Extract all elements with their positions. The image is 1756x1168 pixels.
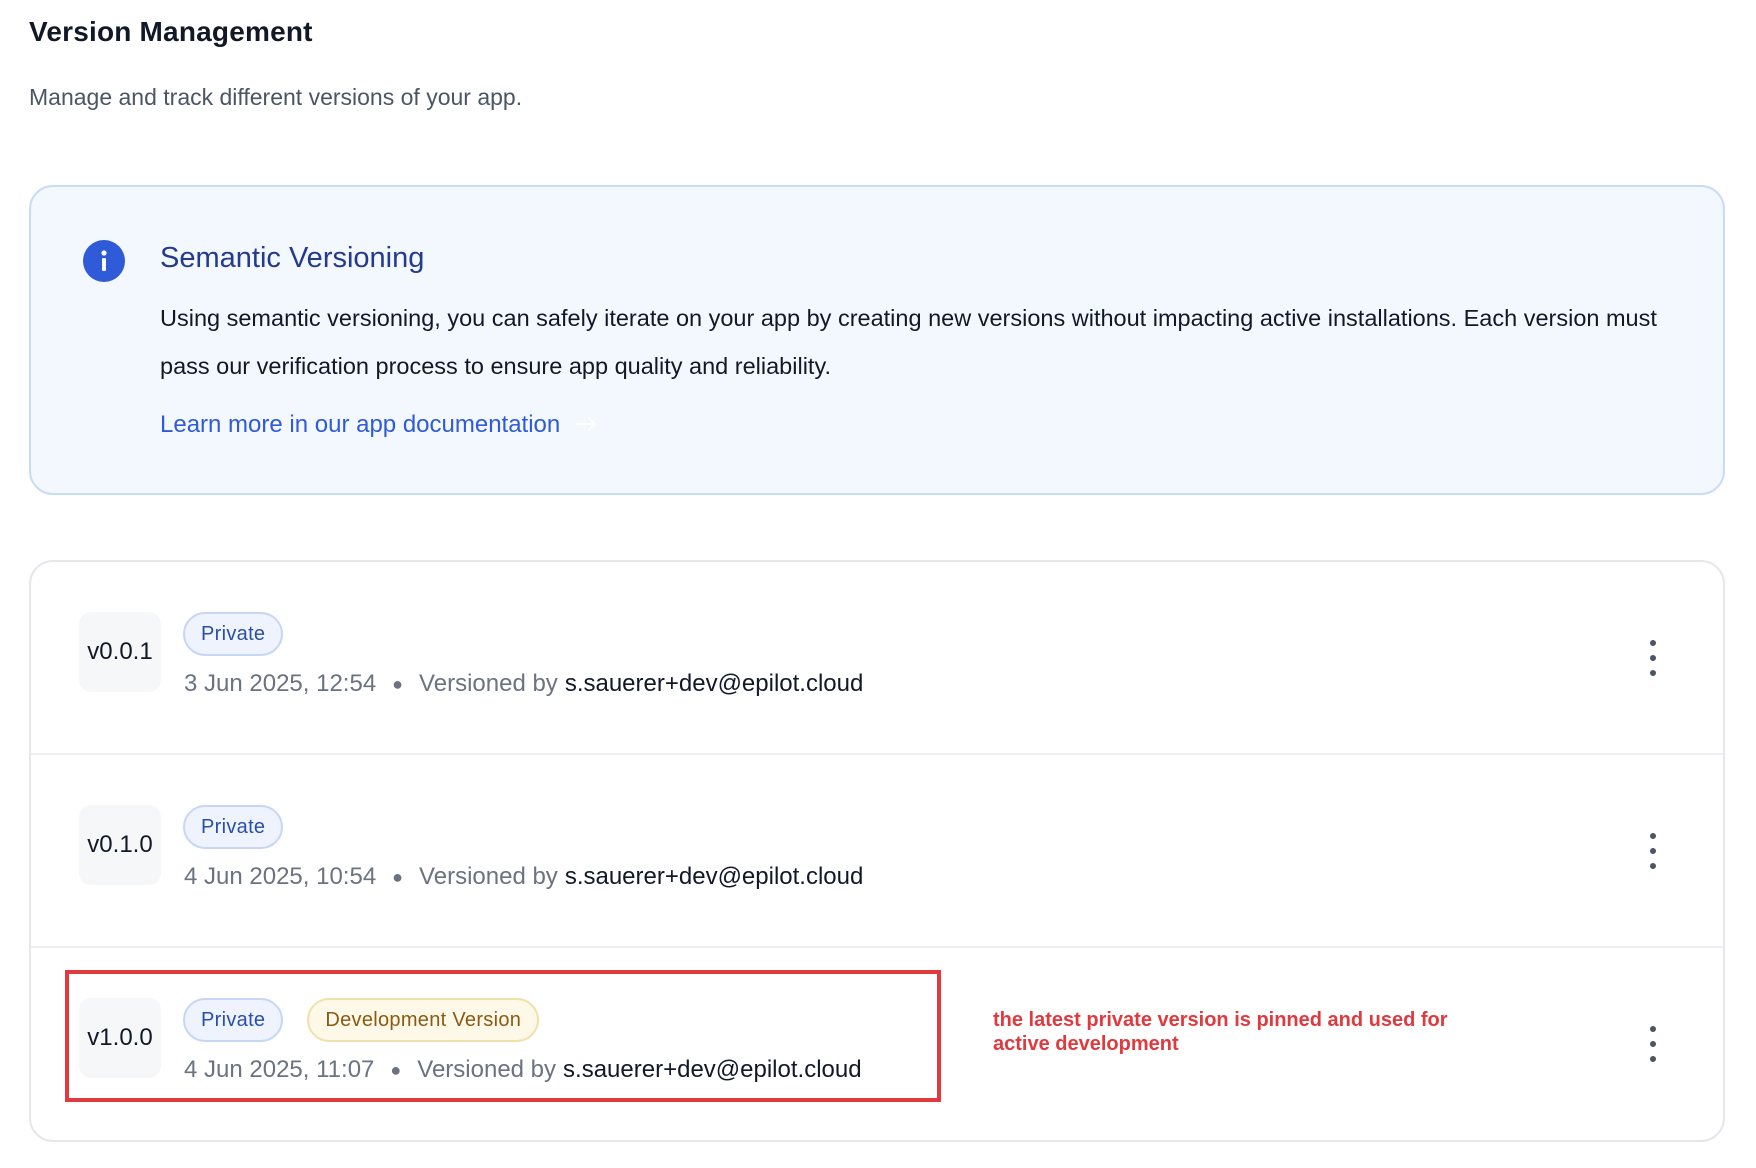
semantic-versioning-callout: Semantic Versioning Using semantic versi… — [29, 185, 1725, 495]
version-meta: 3 Jun 2025, 12:54 ● Versioned by s.sauer… — [184, 670, 863, 698]
version-meta: 4 Jun 2025, 10:54 ● Versioned by s.sauer… — [184, 863, 863, 891]
development-version-badge: Development Version — [307, 998, 540, 1042]
documentation-link[interactable]: Learn more in our app documentation — [160, 411, 598, 439]
version-meta: 4 Jun 2025, 11:07 ● Versioned by s.sauer… — [184, 1056, 862, 1084]
private-badge: Private — [183, 998, 284, 1042]
private-badge: Private — [183, 612, 284, 656]
more-actions-icon[interactable] — [1643, 640, 1663, 676]
version-badges: Private — [183, 612, 284, 656]
separator-dot: ● — [392, 866, 404, 887]
page-title: Version Management — [29, 16, 313, 47]
more-actions-icon[interactable] — [1643, 1026, 1663, 1062]
version-number: v1.0.0 — [79, 998, 161, 1078]
documentation-link-label: Learn more in our app documentation — [160, 411, 561, 438]
version-number: v0.1.0 — [79, 805, 161, 885]
versioned-by-label: Versioned by — [419, 863, 558, 890]
arrow-right-icon — [576, 411, 598, 439]
separator-dot: ● — [392, 673, 404, 694]
info-icon — [83, 240, 125, 282]
version-badges: Private Development Version — [183, 998, 540, 1042]
page-subtitle: Manage and track different versions of y… — [29, 84, 523, 110]
version-badges: Private — [183, 805, 284, 849]
version-row: v0.0.1 Private 3 Jun 2025, 12:54 ● Versi… — [31, 562, 1723, 755]
versioned-by-label: Versioned by — [419, 670, 558, 697]
version-date: 3 Jun 2025, 12:54 — [184, 670, 377, 697]
versioned-by-user: s.sauerer+dev@epilot.cloud — [563, 1056, 862, 1083]
version-number: v0.0.1 — [79, 612, 161, 692]
versioned-by-user: s.sauerer+dev@epilot.cloud — [564, 670, 864, 697]
version-row: v0.1.0 Private 4 Jun 2025, 10:54 ● Versi… — [31, 755, 1723, 948]
versioned-by-user: s.sauerer+dev@epilot.cloud — [564, 863, 864, 890]
annotation-note: the latest private version is pinned and… — [993, 1009, 1448, 1055]
version-management-page: Version Management Manage and track diff… — [0, 0, 1756, 1168]
callout-body: Using semantic versioning, you can safel… — [160, 305, 1657, 379]
private-badge: Private — [183, 805, 284, 849]
version-date: 4 Jun 2025, 10:54 — [184, 863, 377, 890]
more-actions-icon[interactable] — [1643, 833, 1663, 869]
versioned-by-label: Versioned by — [417, 1056, 557, 1083]
callout-title: Semantic Versioning — [160, 242, 425, 274]
separator-dot: ● — [390, 1059, 402, 1080]
version-date: 4 Jun 2025, 11:07 — [184, 1056, 375, 1083]
